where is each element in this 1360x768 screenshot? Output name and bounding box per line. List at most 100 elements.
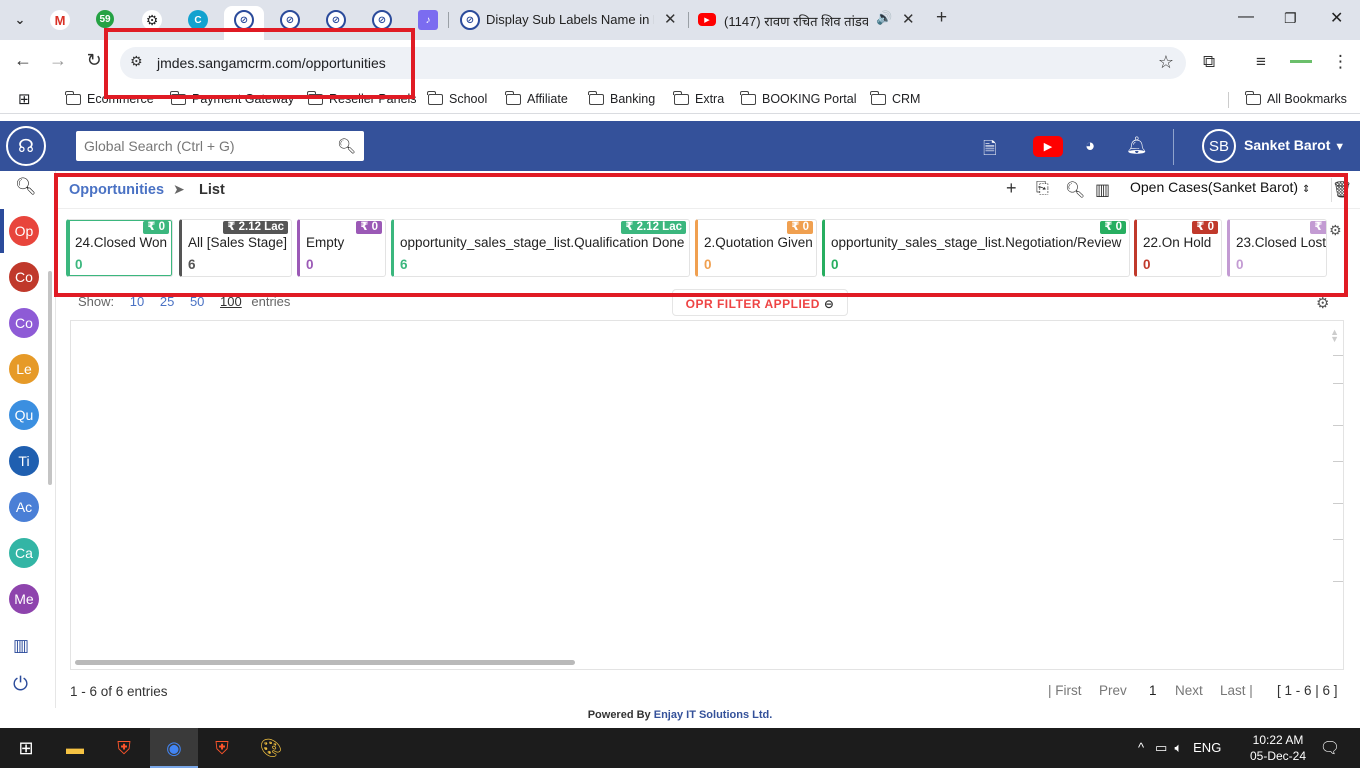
pager-first[interactable]: | First xyxy=(1048,683,1082,698)
restore-icon[interactable]: ❐ xyxy=(1284,10,1297,27)
pager-current[interactable]: 1 xyxy=(1149,683,1157,698)
crm-tab-icon[interactable]: ⊘ xyxy=(372,10,392,30)
sidebar-item-quotes[interactable]: Qu xyxy=(9,400,39,430)
bookmark-folder[interactable]: Extra xyxy=(673,90,724,106)
stage-tile-qualification-done[interactable]: opportunity_sales_stage_list.Qualificati… xyxy=(391,219,690,277)
entries-option-25[interactable]: 25 xyxy=(160,294,174,309)
power-icon[interactable]: ⏻ xyxy=(13,674,28,696)
search-icon[interactable]: 🔍︎ xyxy=(15,177,37,197)
intercom-icon[interactable]: ▥ xyxy=(13,636,29,656)
crm-tab-icon[interactable]: ⊘ xyxy=(280,10,300,30)
pager-next[interactable]: Next xyxy=(1175,683,1203,698)
stage-tile-closed-lost[interactable]: 23.Closed Lost 0 ₹ 0 xyxy=(1227,219,1327,277)
close-tab-icon[interactable]: ✕ xyxy=(664,10,677,28)
clock[interactable]: 10:22 AM 05-Dec-24 xyxy=(1250,732,1306,764)
global-search[interactable]: 🔍︎ xyxy=(76,131,364,161)
sidebar-item-companies[interactable]: Co xyxy=(9,308,39,338)
breadcrumb-module[interactable]: Opportunities xyxy=(69,182,164,198)
close-window-icon[interactable]: ✕ xyxy=(1330,8,1343,28)
sidebar-item-meetings[interactable]: Me xyxy=(9,584,39,614)
sort-icon[interactable]: ▲ ▼ xyxy=(1330,328,1339,344)
trash-icon[interactable]: 🗑︎ xyxy=(1332,180,1352,200)
tab-title[interactable]: (1147) रावण रचित शिव तांडव xyxy=(724,12,868,30)
search-icon[interactable]: 🔍︎ xyxy=(1065,180,1085,200)
sidebar-item-cases[interactable]: Ca xyxy=(9,538,39,568)
crm-tab-icon[interactable]: ⊘ xyxy=(234,10,254,30)
site-info-icon[interactable]: ⚙ xyxy=(130,53,143,70)
brave-beta-icon[interactable]: ⛨ xyxy=(208,734,236,762)
entries-option-10[interactable]: 10 xyxy=(130,294,144,309)
stage-tile-negotiation-review[interactable]: opportunity_sales_stage_list.Negotiation… xyxy=(822,219,1130,277)
app-logo-icon[interactable]: ☊ xyxy=(6,126,46,166)
windows-start-icon[interactable]: ⊞ xyxy=(12,734,40,762)
bookmark-folder[interactable]: Reseller Panels xyxy=(307,90,417,106)
language-indicator[interactable]: ENG xyxy=(1193,740,1221,755)
gear-icon[interactable]: ⚙ xyxy=(1329,222,1342,239)
globe-icon[interactable]: ◕ xyxy=(1085,136,1095,156)
crm-tab-icon[interactable]: ⊘ xyxy=(326,10,346,30)
brave-icon[interactable]: ⛨ xyxy=(110,734,138,762)
opportunities-table[interactable]: ▲ ▼ xyxy=(70,320,1344,670)
search-icon[interactable]: 🔍︎ xyxy=(337,137,356,155)
minimize-icon[interactable]: — xyxy=(1238,8,1254,26)
stage-tile-quotation-given[interactable]: 2.Quotation Given 0 ₹ 0 xyxy=(695,219,817,277)
app-tab-icon[interactable]: ♪ xyxy=(418,10,438,30)
horizontal-scrollbar[interactable] xyxy=(75,660,575,665)
openai-tab-icon[interactable]: ⚙ xyxy=(142,10,162,30)
all-bookmarks[interactable]: All Bookmarks xyxy=(1245,90,1347,106)
menu-icon[interactable]: ⋮ xyxy=(1332,52,1349,72)
gmail-tab-icon[interactable]: M xyxy=(50,10,70,30)
system-tray[interactable]: ^ ▭ 🔈︎ ENG xyxy=(1138,740,1221,756)
tray-chevron-icon[interactable]: ^ xyxy=(1138,740,1144,755)
user-menu[interactable]: Sanket Barot ▼ xyxy=(1244,137,1345,153)
close-tab-icon[interactable]: ✕ xyxy=(902,10,915,28)
bookmark-folder[interactable]: School xyxy=(427,90,487,106)
sidebar-item-activities[interactable]: Ac xyxy=(9,492,39,522)
sidebar-item-contacts[interactable]: Co xyxy=(9,262,39,292)
entries-option-100[interactable]: 100 xyxy=(220,294,242,309)
reload-icon[interactable]: ↻ xyxy=(81,50,107,71)
import-icon[interactable]: ⎘ xyxy=(1036,180,1049,198)
youtube-icon[interactable]: ▶ xyxy=(1033,136,1063,157)
pager-last[interactable]: Last | xyxy=(1220,683,1253,698)
bell-icon[interactable]: 🔔︎ xyxy=(1126,136,1148,156)
bookmark-folder[interactable]: Banking xyxy=(588,90,655,106)
volume-icon[interactable]: 🔈︎ xyxy=(1174,740,1182,755)
bookmark-folder[interactable]: Ecommerce xyxy=(65,90,154,106)
sidebar-scrollbar[interactable] xyxy=(48,271,52,485)
stage-tile-closed-won[interactable]: 24.Closed Won 0 ₹ 0 xyxy=(66,219,173,277)
bookmark-star-icon[interactable]: ☆ xyxy=(1158,52,1174,73)
forward-icon[interactable]: → xyxy=(45,50,71,71)
bookmark-folder[interactable]: BOOKING Portal xyxy=(740,90,856,106)
whatsapp-tab-icon[interactable]: 59 xyxy=(96,10,114,28)
profile-icon[interactable] xyxy=(1290,60,1312,63)
bookmark-folder[interactable]: Affiliate xyxy=(505,90,568,106)
canva-tab-icon[interactable]: C xyxy=(188,10,208,30)
address-bar[interactable]: ⚙ jmdes.sangamcrm.com/opportunities ☆ xyxy=(120,47,1186,79)
avatar[interactable]: SB xyxy=(1202,129,1236,163)
stage-tile-all[interactable]: All [Sales Stage] 6 ₹ 2.12 Lac xyxy=(179,219,292,277)
tab-search-icon[interactable]: ⌄ xyxy=(10,10,30,30)
extensions-icon[interactable]: ⧉ xyxy=(1203,52,1215,72)
add-icon[interactable]: + xyxy=(1006,178,1017,199)
tab-title[interactable]: Display Sub Labels Name in Dro xyxy=(486,12,654,27)
bookmark-folder[interactable]: Payment Gateway xyxy=(170,90,294,106)
apps-grid-icon[interactable]: ⊞ xyxy=(18,90,31,108)
chrome-icon[interactable]: ◉ xyxy=(160,734,188,762)
sidebar-item-opportunities[interactable]: Op xyxy=(9,216,39,246)
list-filter-select[interactable]: Open Cases(Sanket Barot) ⇕ xyxy=(1130,179,1310,195)
table-settings-icon[interactable]: ⚙ xyxy=(1316,294,1329,312)
file-explorer-icon[interactable]: ▬ xyxy=(61,734,89,762)
network-icon[interactable]: ▭ xyxy=(1155,740,1167,755)
sidebar-item-tickets[interactable]: Ti xyxy=(9,446,39,476)
document-search-icon[interactable]: 🗎 xyxy=(983,136,997,165)
pager-prev[interactable]: Prev xyxy=(1099,683,1127,698)
entries-option-50[interactable]: 50 xyxy=(190,294,204,309)
opr-filter-badge[interactable]: OPR FILTER APPLIED ⊖ xyxy=(672,289,848,316)
chart-icon[interactable]: ▥ xyxy=(1095,180,1110,200)
back-icon[interactable]: ← xyxy=(10,50,36,71)
global-search-input[interactable] xyxy=(76,131,336,161)
bookmark-folder[interactable]: CRM xyxy=(870,90,920,106)
media-controls-icon[interactable]: ≡ xyxy=(1256,52,1266,72)
notifications-icon[interactable]: 🗨︎ xyxy=(1316,734,1344,762)
